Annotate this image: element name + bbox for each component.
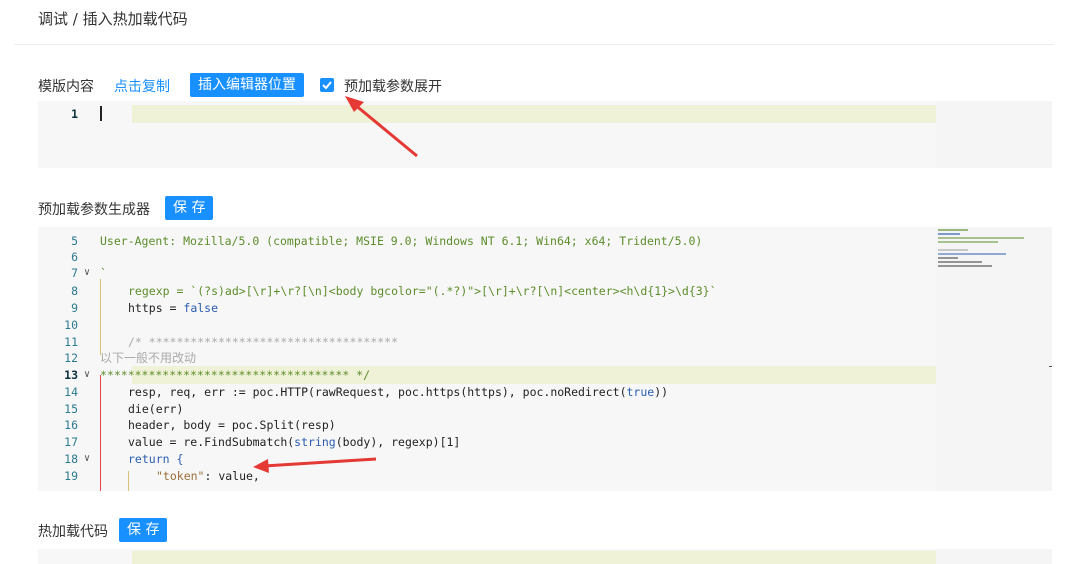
fold-chevron-icon[interactable]: ∨	[84, 451, 90, 467]
code-token: resp, req, err := poc.HTTP(rawRequest, p…	[128, 385, 627, 399]
line-number: 15	[64, 402, 78, 416]
code-token: (body), regexp)[1]	[335, 435, 461, 449]
current-line-highlight	[132, 551, 975, 564]
code-token: string	[294, 435, 336, 449]
check-icon	[322, 81, 332, 90]
code-line: value = re.FindSubmatch(string(body), re…	[128, 434, 460, 450]
line-number: 1	[71, 107, 78, 121]
breadcrumb: 调试 / 插入热加载代码	[38, 10, 188, 28]
line-number: 18	[64, 452, 78, 466]
line-number: 11	[64, 335, 78, 349]
hotload-save-button[interactable]: 保 存	[119, 518, 168, 542]
fold-chevron-icon[interactable]: ∨	[84, 367, 90, 383]
line-number: 12	[64, 351, 78, 365]
hotload-label: 热加载代码	[38, 524, 108, 540]
indent-guide-error	[100, 375, 101, 491]
code-line: resp, req, err := poc.HTTP(rawRequest, p…	[128, 384, 668, 400]
code-token: : value,	[204, 469, 260, 483]
code-line: return {	[128, 452, 184, 466]
line-number: 14	[64, 385, 78, 399]
code-line: header, body = poc.Split(resp)	[128, 418, 336, 432]
minimap-preview	[938, 229, 1024, 267]
code-token: true	[626, 385, 655, 399]
code-token: "token"	[156, 469, 205, 483]
line-number: 6	[71, 250, 78, 264]
line-number: 17	[64, 435, 78, 449]
preload-expand-checkbox[interactable]	[320, 78, 334, 92]
hotload-editor[interactable]	[38, 549, 1052, 564]
template-label: 模版内容	[38, 79, 94, 95]
code-token: value = re.FindSubmatch(	[128, 435, 295, 449]
code-line: "token": value,	[156, 468, 260, 484]
code-line: regexp = `(?s)ad>[\r]+\r?[\n]<body bgcol…	[128, 284, 717, 298]
line-number: 8	[71, 284, 78, 298]
code-token: https =	[128, 301, 184, 315]
code-line: die(err)	[128, 402, 184, 416]
line-number: 19	[64, 469, 78, 483]
code-line: /* ************************************	[128, 335, 399, 349]
code-token: false	[183, 301, 219, 315]
editor-gutter	[38, 549, 132, 564]
line-number: 9	[71, 301, 78, 315]
line-number: 10	[64, 318, 78, 332]
line-number: 16	[64, 418, 78, 432]
generator-save-button[interactable]: 保 存	[165, 196, 214, 220]
line-number: 13	[64, 368, 78, 382]
header-divider	[14, 44, 1054, 45]
line-number: 7	[71, 266, 78, 280]
minimap	[936, 101, 1052, 168]
code-line: https = false	[128, 300, 218, 316]
insert-editor-button[interactable]: 插入编辑器位置	[190, 73, 304, 97]
indent-guide	[100, 279, 101, 355]
scroll-marker	[1049, 366, 1052, 367]
template-editor[interactable]: 1	[38, 101, 1052, 168]
current-line-highlight	[132, 105, 975, 123]
code-token: ))	[654, 385, 669, 399]
code-line: `	[100, 266, 107, 280]
code-line: 以下一般不用改动	[100, 351, 197, 365]
code-line: ************************************ */	[100, 368, 371, 382]
minimap	[936, 549, 1052, 564]
generator-editor[interactable]: 5 6 7 8 9 10 11 12 13 14 15 16 17 18 19 …	[38, 227, 1052, 491]
copy-link[interactable]: 点击复制	[114, 76, 170, 96]
code-line: User-Agent: Mozilla/5.0 (compatible; MSI…	[100, 234, 703, 248]
generator-label: 预加载参数生成器	[38, 202, 150, 218]
minimap	[936, 227, 1052, 491]
indent-guide	[128, 471, 129, 491]
preload-expand-label: 预加载参数展开	[344, 79, 442, 95]
line-number: 5	[71, 234, 78, 248]
text-cursor	[100, 106, 102, 121]
fold-chevron-icon[interactable]: ∨	[84, 265, 90, 281]
